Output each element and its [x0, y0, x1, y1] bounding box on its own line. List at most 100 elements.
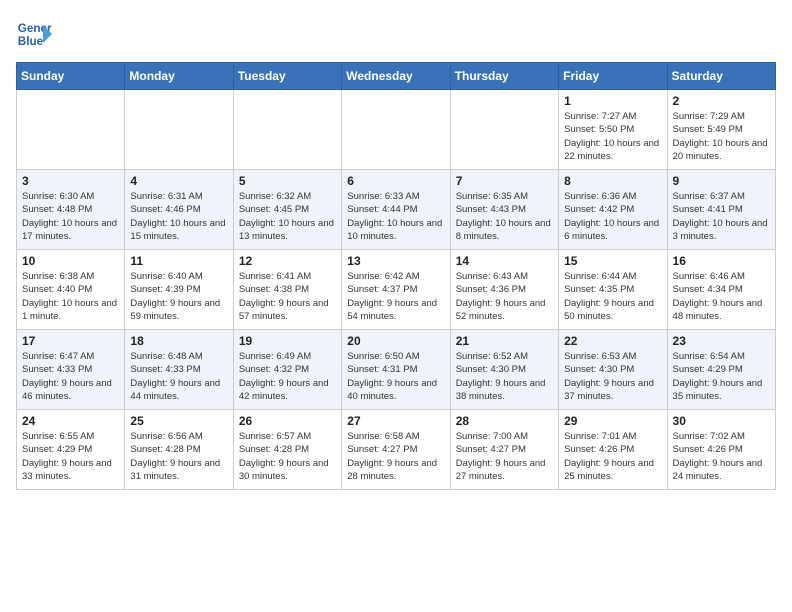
calendar-table: SundayMondayTuesdayWednesdayThursdayFrid…: [16, 62, 776, 490]
calendar-cell: 2 Sunrise: 7:29 AM Sunset: 5:49 PM Daylig…: [667, 90, 775, 170]
day-info: Sunrise: 6:35 AM Sunset: 4:43 PM Dayligh…: [456, 190, 553, 243]
day-info: Sunrise: 6:44 AM Sunset: 4:35 PM Dayligh…: [564, 270, 661, 323]
day-info: Sunrise: 6:56 AM Sunset: 4:28 PM Dayligh…: [130, 430, 227, 483]
day-number: 14: [456, 254, 553, 268]
calendar-cell: 29 Sunrise: 7:01 AM Sunset: 4:26 PM Dayli…: [559, 410, 667, 490]
calendar-cell: 28 Sunrise: 7:00 AM Sunset: 4:27 PM Dayli…: [450, 410, 558, 490]
day-number: 24: [22, 414, 119, 428]
week-row-5: 24 Sunrise: 6:55 AM Sunset: 4:29 PM Dayli…: [17, 410, 776, 490]
calendar-cell: 10 Sunrise: 6:38 AM Sunset: 4:40 PM Dayli…: [17, 250, 125, 330]
calendar-cell: 19 Sunrise: 6:49 AM Sunset: 4:32 PM Dayli…: [233, 330, 341, 410]
calendar-cell: [233, 90, 341, 170]
day-info: Sunrise: 6:55 AM Sunset: 4:29 PM Dayligh…: [22, 430, 119, 483]
calendar-cell: 20 Sunrise: 6:50 AM Sunset: 4:31 PM Dayli…: [342, 330, 450, 410]
weekday-header-wednesday: Wednesday: [342, 63, 450, 90]
day-number: 18: [130, 334, 227, 348]
calendar-body: 1 Sunrise: 7:27 AM Sunset: 5:50 PM Daylig…: [17, 90, 776, 490]
day-number: 1: [564, 94, 661, 108]
calendar-cell: 4 Sunrise: 6:31 AM Sunset: 4:46 PM Daylig…: [125, 170, 233, 250]
day-info: Sunrise: 6:32 AM Sunset: 4:45 PM Dayligh…: [239, 190, 336, 243]
weekday-header-friday: Friday: [559, 63, 667, 90]
day-number: 11: [130, 254, 227, 268]
day-info: Sunrise: 6:41 AM Sunset: 4:38 PM Dayligh…: [239, 270, 336, 323]
day-number: 25: [130, 414, 227, 428]
day-number: 21: [456, 334, 553, 348]
weekday-header-row: SundayMondayTuesdayWednesdayThursdayFrid…: [17, 63, 776, 90]
week-row-3: 10 Sunrise: 6:38 AM Sunset: 4:40 PM Dayli…: [17, 250, 776, 330]
calendar-cell: 30Sunrise: 7:02 AM Sunset: 4:26 PM Dayli…: [667, 410, 775, 490]
calendar-cell: 14 Sunrise: 6:43 AM Sunset: 4:36 PM Dayli…: [450, 250, 558, 330]
weekday-header-thursday: Thursday: [450, 63, 558, 90]
calendar-header: SundayMondayTuesdayWednesdayThursdayFrid…: [17, 63, 776, 90]
day-number: 28: [456, 414, 553, 428]
day-info: Sunrise: 6:38 AM Sunset: 4:40 PM Dayligh…: [22, 270, 119, 323]
day-info: Sunrise: 6:40 AM Sunset: 4:39 PM Dayligh…: [130, 270, 227, 323]
day-number: 17: [22, 334, 119, 348]
calendar-cell: 13Sunrise: 6:42 AM Sunset: 4:37 PM Dayli…: [342, 250, 450, 330]
day-number: 7: [456, 174, 553, 188]
day-number: 30: [673, 414, 770, 428]
calendar-cell: 22Sunrise: 6:53 AM Sunset: 4:30 PM Dayli…: [559, 330, 667, 410]
day-info: Sunrise: 6:30 AM Sunset: 4:48 PM Dayligh…: [22, 190, 119, 243]
day-number: 9: [673, 174, 770, 188]
calendar-cell: 5Sunrise: 6:32 AM Sunset: 4:45 PM Daylig…: [233, 170, 341, 250]
day-info: Sunrise: 6:49 AM Sunset: 4:32 PM Dayligh…: [239, 350, 336, 403]
calendar-cell: [125, 90, 233, 170]
day-info: Sunrise: 7:01 AM Sunset: 4:26 PM Dayligh…: [564, 430, 661, 483]
weekday-header-saturday: Saturday: [667, 63, 775, 90]
calendar-cell: 24 Sunrise: 6:55 AM Sunset: 4:29 PM Dayli…: [17, 410, 125, 490]
calendar-cell: 25 Sunrise: 6:56 AM Sunset: 4:28 PM Dayli…: [125, 410, 233, 490]
calendar-cell: 23 Sunrise: 6:54 AM Sunset: 4:29 PM Dayli…: [667, 330, 775, 410]
day-number: 15: [564, 254, 661, 268]
calendar-cell: 18 Sunrise: 6:48 AM Sunset: 4:33 PM Dayli…: [125, 330, 233, 410]
day-info: Sunrise: 6:53 AM Sunset: 4:30 PM Dayligh…: [564, 350, 661, 403]
weekday-header-tuesday: Tuesday: [233, 63, 341, 90]
day-info: Sunrise: 6:54 AM Sunset: 4:29 PM Dayligh…: [673, 350, 770, 403]
calendar-cell: 3 Sunrise: 6:30 AM Sunset: 4:48 PM Daylig…: [17, 170, 125, 250]
day-info: Sunrise: 6:58 AM Sunset: 4:27 PM Dayligh…: [347, 430, 444, 483]
weekday-header-sunday: Sunday: [17, 63, 125, 90]
day-info: Sunrise: 7:00 AM Sunset: 4:27 PM Dayligh…: [456, 430, 553, 483]
calendar-cell: 15 Sunrise: 6:44 AM Sunset: 4:35 PM Dayli…: [559, 250, 667, 330]
calendar-cell: [17, 90, 125, 170]
calendar-cell: 21 Sunrise: 6:52 AM Sunset: 4:30 PM Dayli…: [450, 330, 558, 410]
day-info: Sunrise: 7:27 AM Sunset: 5:50 PM Dayligh…: [564, 110, 661, 163]
week-row-2: 3 Sunrise: 6:30 AM Sunset: 4:48 PM Daylig…: [17, 170, 776, 250]
calendar-cell: [342, 90, 450, 170]
day-info: Sunrise: 6:46 AM Sunset: 4:34 PM Dayligh…: [673, 270, 770, 323]
logo: General Blue: [16, 16, 52, 52]
calendar-cell: [450, 90, 558, 170]
day-number: 4: [130, 174, 227, 188]
day-info: Sunrise: 7:29 AM Sunset: 5:49 PM Dayligh…: [673, 110, 770, 163]
svg-text:Blue: Blue: [18, 35, 44, 48]
day-number: 10: [22, 254, 119, 268]
day-info: Sunrise: 6:52 AM Sunset: 4:30 PM Dayligh…: [456, 350, 553, 403]
day-number: 2: [673, 94, 770, 108]
day-number: 16: [673, 254, 770, 268]
day-info: Sunrise: 6:57 AM Sunset: 4:28 PM Dayligh…: [239, 430, 336, 483]
calendar-cell: 9 Sunrise: 6:37 AM Sunset: 4:41 PM Daylig…: [667, 170, 775, 250]
day-number: 20: [347, 334, 444, 348]
calendar-cell: 27Sunrise: 6:58 AM Sunset: 4:27 PM Dayli…: [342, 410, 450, 490]
weekday-header-monday: Monday: [125, 63, 233, 90]
day-number: 8: [564, 174, 661, 188]
day-info: Sunrise: 6:47 AM Sunset: 4:33 PM Dayligh…: [22, 350, 119, 403]
logo-icon: General Blue: [16, 16, 52, 52]
day-number: 3: [22, 174, 119, 188]
day-info: Sunrise: 6:42 AM Sunset: 4:37 PM Dayligh…: [347, 270, 444, 323]
calendar-cell: 8Sunrise: 6:36 AM Sunset: 4:42 PM Daylig…: [559, 170, 667, 250]
calendar-cell: 11 Sunrise: 6:40 AM Sunset: 4:39 PM Dayli…: [125, 250, 233, 330]
day-info: Sunrise: 6:31 AM Sunset: 4:46 PM Dayligh…: [130, 190, 227, 243]
calendar-cell: 16 Sunrise: 6:46 AM Sunset: 4:34 PM Dayli…: [667, 250, 775, 330]
day-info: Sunrise: 6:48 AM Sunset: 4:33 PM Dayligh…: [130, 350, 227, 403]
day-number: 26: [239, 414, 336, 428]
day-number: 23: [673, 334, 770, 348]
week-row-1: 1 Sunrise: 7:27 AM Sunset: 5:50 PM Daylig…: [17, 90, 776, 170]
day-info: Sunrise: 6:43 AM Sunset: 4:36 PM Dayligh…: [456, 270, 553, 323]
day-info: Sunrise: 6:37 AM Sunset: 4:41 PM Dayligh…: [673, 190, 770, 243]
day-number: 29: [564, 414, 661, 428]
day-info: Sunrise: 6:50 AM Sunset: 4:31 PM Dayligh…: [347, 350, 444, 403]
day-number: 6: [347, 174, 444, 188]
page-header: General Blue: [16, 16, 776, 52]
day-number: 19: [239, 334, 336, 348]
